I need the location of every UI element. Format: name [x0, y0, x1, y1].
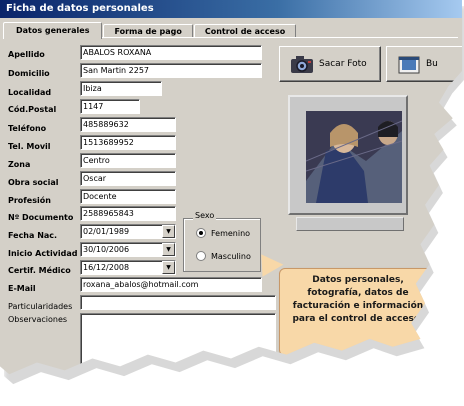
inicio-actividad-combo[interactable]: 30/10/2006 ▼ — [80, 242, 176, 257]
window-title: Ficha de datos personales — [0, 0, 462, 18]
certif-medico-combo[interactable]: 16/12/2008 ▼ — [80, 260, 176, 275]
certif-medico-value: 16/12/2008 — [83, 263, 130, 272]
photo-monitor — [288, 95, 428, 243]
label-email: E-Mail — [8, 284, 36, 293]
label-particularidades: Particularidades — [8, 302, 73, 311]
chevron-down-icon[interactable]: ▼ — [162, 243, 175, 256]
radio-selected-icon — [196, 228, 206, 238]
label-cod-postal: Cód.Postal — [8, 105, 57, 114]
apellido-field[interactable]: ABALOS ROXANA — [80, 45, 262, 60]
label-localidad: Localidad — [8, 88, 52, 97]
cod-postal-field[interactable]: 1147 — [80, 99, 140, 114]
sexo-title: Sexo — [193, 211, 217, 220]
folder-icon — [398, 56, 420, 74]
radio-femenino[interactable]: Femenino — [196, 228, 250, 238]
radio-masculino-label: Masculino — [211, 251, 251, 261]
camera-icon — [291, 56, 313, 73]
tab-bar: Datos generales Forma de pago Control de… — [3, 22, 297, 39]
chevron-down-icon[interactable]: ▼ — [162, 225, 175, 238]
label-zona: Zona — [8, 160, 31, 169]
label-profesion: Profesión — [8, 196, 51, 205]
second-photo-button[interactable]: Bu — [386, 46, 462, 82]
obra-social-field[interactable]: Oscar — [80, 171, 176, 186]
photo-image — [306, 111, 402, 203]
label-obra-social: Obra social — [8, 178, 59, 187]
localidad-field[interactable]: Ibiza — [80, 81, 162, 96]
label-telefono: Teléfono — [8, 124, 47, 133]
label-certif-medico: Certif. Médico — [8, 266, 71, 275]
label-apellido: Apellido — [8, 50, 45, 59]
tab-forma-de-pago[interactable]: Forma de pago — [103, 24, 193, 38]
fecha-nac-combo[interactable]: 02/01/1989 ▼ — [80, 224, 176, 239]
tab-control-de-acceso[interactable]: Control de acceso — [193, 24, 297, 38]
tab-datos-generales[interactable]: Datos generales — [3, 22, 103, 39]
fecha-nac-value: 02/01/1989 — [83, 227, 130, 236]
second-button-label: Bu — [426, 59, 438, 69]
tel-movil-field[interactable]: 1513689952 — [80, 135, 176, 150]
particularidades-field[interactable] — [80, 295, 276, 310]
sacar-foto-label: Sacar Foto — [319, 59, 367, 69]
label-tel-movil: Tel. Movil — [8, 142, 51, 151]
monitor-base — [296, 217, 404, 231]
nro-documento-field[interactable]: 2588965843 — [80, 206, 176, 221]
telefono-field[interactable]: 485889632 — [80, 117, 176, 132]
photo-preview — [306, 111, 402, 203]
label-nro-documento: Nº Documento — [8, 213, 74, 222]
radio-masculino[interactable]: Masculino — [196, 251, 251, 261]
label-inicio-actividad: Inicio Actividad — [8, 249, 78, 258]
radio-femenino-label: Femenino — [211, 228, 251, 238]
personal-data-window: Ficha de datos personales Datos generale… — [0, 0, 462, 375]
chevron-down-icon[interactable]: ▼ — [162, 261, 175, 274]
radio-empty-icon — [196, 251, 206, 261]
email-field[interactable]: roxana_abalos@hotmail.com — [80, 277, 262, 292]
label-domicilio: Domicilio — [8, 69, 50, 78]
sacar-foto-button[interactable]: Sacar Foto — [279, 46, 381, 82]
label-observaciones: Observaciones — [8, 315, 68, 324]
monitor-bezel — [288, 95, 408, 215]
profesion-field[interactable]: Docente — [80, 189, 176, 204]
sexo-groupbox — [183, 218, 261, 272]
inicio-actividad-value: 30/10/2006 — [83, 245, 130, 254]
label-fecha-nac: Fecha Nac. — [8, 231, 58, 240]
zona-field[interactable]: Centro — [80, 153, 176, 168]
domicilio-field[interactable]: San Martin 2257 — [80, 63, 262, 78]
